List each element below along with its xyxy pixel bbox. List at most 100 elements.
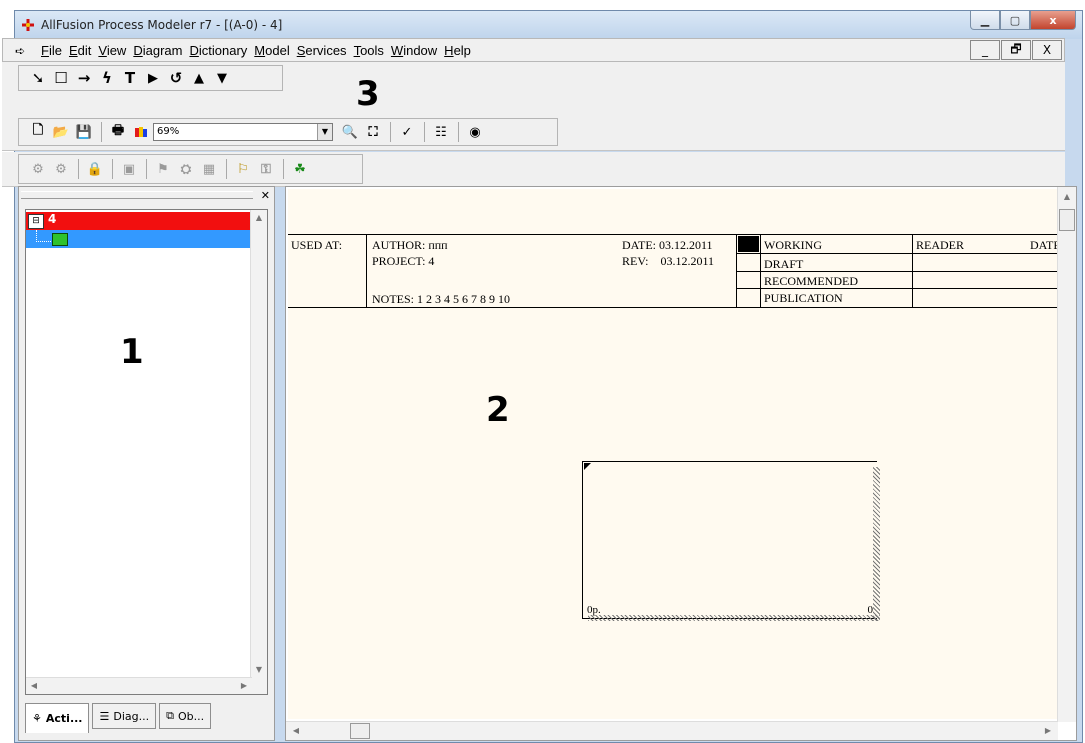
security-icon[interactable]: ⚿ [255,158,277,180]
scroll-down-icon[interactable]: ▼ [251,662,267,678]
window-controls: ▁ ▢ x [970,11,1076,31]
grid-icon[interactable]: ▦ [198,158,220,180]
zoom-in-icon[interactable]: 🔍 [339,121,361,143]
disconnect-icon[interactable]: ⚙ [50,158,72,180]
explorer-tabs: ⚘ Acti... ☰ Diag... ⧉ Ob... [25,703,214,733]
open-mart-icon[interactable]: ⚑ [152,158,174,180]
chevron-down-icon[interactable]: ▼ [317,124,332,140]
project-field: PROJECT: 4 [372,254,435,268]
tab-objects[interactable]: ⧉ Ob... [159,703,212,729]
window-title: AllFusion Process Modeler r7 - [(A-0) - … [41,18,283,32]
menu-help[interactable]: Help [444,43,471,58]
library-icon[interactable]: ▣ [118,158,140,180]
new-file-icon[interactable]: 🗋 [27,121,49,143]
model-explorer-icon[interactable]: ☷ [430,121,452,143]
frame-bottom-border [288,307,1058,308]
doc-restore-button[interactable]: 🗗 [1001,40,1031,60]
report-icon[interactable]: ⚐ [232,158,254,180]
scroll-up-icon[interactable]: ▲ [1059,189,1075,205]
model-mart-icon[interactable]: ◉ [464,121,486,143]
reader-header: READER [916,238,964,252]
tree-vertical-scrollbar[interactable]: ▲ ▼ [250,210,267,694]
vertical-scroll-thumb[interactable] [1059,209,1075,231]
modelmart-toolbar: ⚙ ⚙ 🔒 ▣ ⚑ ⛭ ▦ ⚐ ⚿ ☘ [18,154,363,184]
save-icon[interactable]: 💾 [73,121,95,143]
panel-grip[interactable] [21,191,253,199]
date-header: DATE [1030,238,1058,252]
text-tool-icon[interactable]: T [119,67,141,89]
connect-icon[interactable]: ⚙ [27,158,49,180]
menu-tools[interactable]: Tools [354,43,384,58]
save-mart-icon[interactable]: ⛭ [175,158,197,180]
diagram-canvas[interactable]: USED AT: AUTHOR: ппп PROJECT: 4 NOTES: 1… [288,189,1058,719]
document-controls: _ 🗗 X [969,40,1062,60]
squiggle-tool-icon[interactable]: ϟ [96,67,118,89]
tab-diagrams-label: Diag... [113,709,150,723]
tunnel-corner-icon [584,463,591,470]
tree-item-root-label: 4 [48,212,57,226]
menu-edit[interactable]: Edit [69,43,91,58]
menu-dictionary[interactable]: Dictionary [189,43,247,58]
arrow-tool-icon[interactable]: → [73,67,95,89]
status-draft: DRAFT [764,257,804,271]
menu-model[interactable]: Model [254,43,289,58]
users-icon[interactable]: ☘ [289,158,311,180]
title-bar: AllFusion Process Modeler r7 - [(A-0) - … [15,11,1082,39]
diagram-vertical-scrollbar[interactable]: ▲ [1057,187,1076,722]
minimize-button[interactable]: ▁ [970,11,1000,30]
annotation-1: 1 [120,332,144,372]
status-publication: PUBLICATION [764,291,843,305]
drawing-toolbar: ➘ ☐ → ϟ T ▶ ↺ ▲ ▼ [18,65,283,91]
spell-check-icon[interactable]: ✓ [396,121,418,143]
undo-link-icon[interactable]: ↺ [165,67,187,89]
zoom-fit-icon[interactable]: ⛶ [362,121,384,143]
diagram-horizontal-scrollbar[interactable]: ◀ ▶ [286,721,1058,740]
status-recommended: RECOMMENDED [764,274,859,288]
annotation-2: 2 [486,390,510,430]
rev-field: REV: 03.12.2011 [622,254,714,268]
menu-services[interactable]: Services [297,43,347,58]
menu-view[interactable]: View [98,43,126,58]
toolbar-spacer [2,92,1065,114]
activity-tree: ⊟ 4 ▲ ▼ ◀ ▶ [25,209,268,695]
scroll-left-icon[interactable]: ◀ [288,723,304,739]
go-up-icon[interactable]: ▲ [188,67,210,89]
off-page-reference-icon[interactable]: ▶ [142,67,164,89]
document-window-icon[interactable]: ➪ [15,44,25,58]
maximize-button[interactable]: ▢ [1000,11,1030,30]
scroll-right-icon[interactable]: ▶ [1040,723,1056,739]
tree-item-root[interactable]: ⊟ 4 [26,212,252,230]
lock-icon[interactable]: 🔒 [84,158,106,180]
tree-horizontal-scrollbar[interactable]: ◀ ▶ [26,677,252,694]
tree-item-child[interactable] [26,230,252,248]
go-down-icon[interactable]: ▼ [211,67,233,89]
tab-activities[interactable]: ⚘ Acti... [25,703,90,733]
menu-diagram[interactable]: Diagram [133,43,182,58]
date-field: DATE: 03.12.2011 [622,238,713,252]
activity-box-tool-icon[interactable]: ☐ [50,67,72,89]
scroll-left-icon[interactable]: ◀ [26,678,42,694]
pointer-tool-icon[interactable]: ➘ [27,67,49,89]
color-palette-icon[interactable] [130,121,152,143]
status-working: WORKING [764,238,822,252]
activity-tree-icon: ⚘ [32,712,42,725]
doc-minimize-button[interactable]: _ [970,40,1000,60]
activity-node-icon [52,233,68,246]
close-panel-icon[interactable]: ✕ [261,189,270,202]
menu-window[interactable]: Window [391,43,437,58]
activity-box[interactable]: 0р. 0 [582,461,877,619]
zoom-select[interactable]: 69% ▼ [153,123,333,141]
horizontal-scroll-thumb[interactable] [350,723,370,739]
scroll-up-icon[interactable]: ▲ [251,210,267,226]
print-icon[interactable]: 🖶 [107,121,129,143]
drawing-toolbar-row: ➘ ☐ → ϟ T ▶ ↺ ▲ ▼ [2,62,1065,93]
working-status-marker [738,236,759,252]
open-folder-icon[interactable]: 📂 [50,121,72,143]
close-button[interactable]: x [1030,11,1076,30]
tab-diagrams[interactable]: ☰ Diag... [92,703,157,729]
scroll-right-icon[interactable]: ▶ [236,678,252,694]
expand-collapse-icon[interactable]: ⊟ [28,214,44,229]
doc-close-button[interactable]: X [1032,40,1062,60]
menu-file[interactable]: File [41,43,62,58]
model-explorer-panel: ✕ ⊟ 4 ▲ ▼ ◀ ▶ ⚘ Acti... ☰ Diag... ⧉ Ob.. [18,186,275,741]
